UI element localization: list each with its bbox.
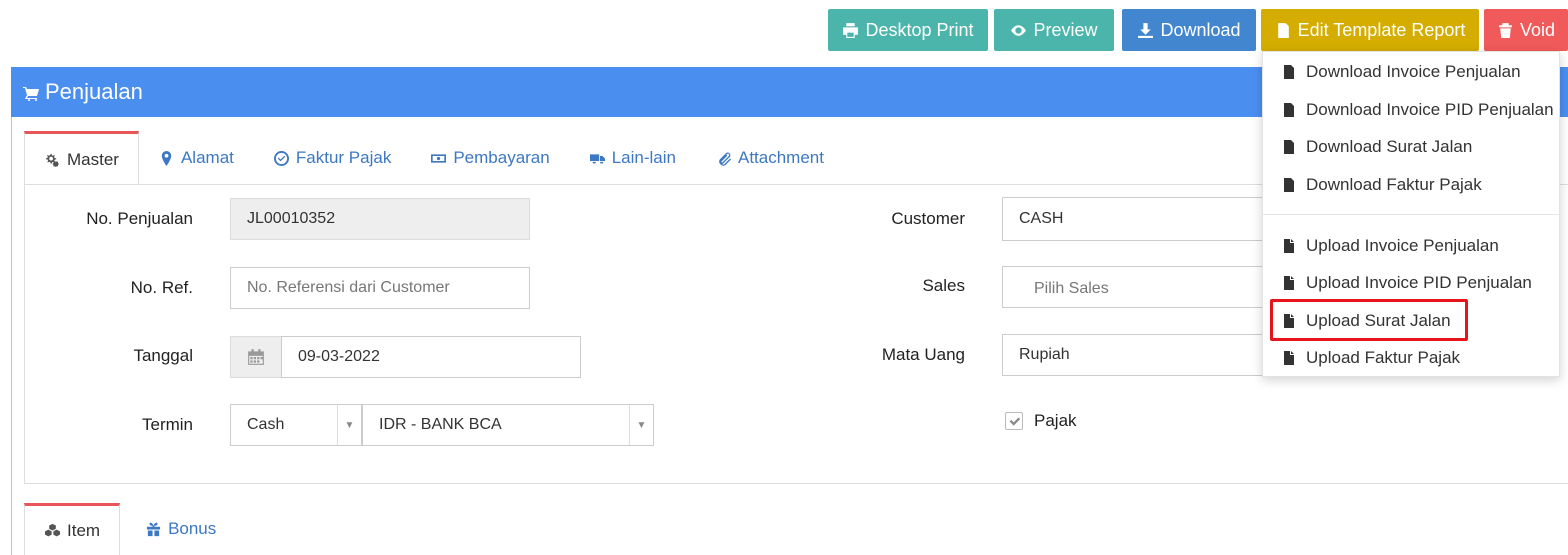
termin-select-value: Cash [247, 416, 285, 433]
file-text-icon [1284, 140, 1294, 154]
no-ref-label: No. Ref. [130, 278, 193, 297]
tanggal-label: Tanggal [133, 346, 193, 365]
tab-attachment-label: Attachment [737, 148, 824, 167]
calendar-addon[interactable] [230, 336, 282, 378]
panel-title: Penjualan [45, 79, 143, 104]
tab-master-label: Master [67, 149, 119, 169]
void-button[interactable]: Void [1484, 9, 1568, 51]
download-icon [1138, 22, 1154, 38]
download-label: Download [1160, 19, 1241, 40]
preview-label: Preview [1033, 19, 1098, 40]
tab-alamat-label: Alamat [180, 148, 234, 167]
trash-icon [1499, 22, 1512, 38]
mata-uang-label: Mata Uang [881, 345, 965, 364]
file-text-icon [1277, 22, 1289, 38]
check-icon [1009, 416, 1020, 426]
void-label: Void [1519, 19, 1556, 40]
tab-lain-lain[interactable]: Lain-lain [570, 131, 696, 185]
panel-border [11, 117, 12, 555]
edit-template-label: Edit Template Report [1297, 19, 1466, 40]
menu-divider [1263, 214, 1561, 215]
download-button[interactable]: Download [1122, 9, 1256, 51]
termin-select[interactable]: Cash ▼ [230, 404, 362, 446]
file-icon [1284, 351, 1294, 365]
cubes-icon [45, 523, 60, 537]
menu-item-label: Download Invoice PID Penjualan [1306, 100, 1554, 119]
menu-item-label: Download Surat Jalan [1306, 137, 1473, 156]
sales-label: Sales [922, 276, 965, 295]
tab-lain-lain-label: Lain-lain [611, 148, 676, 167]
truck-icon [589, 153, 605, 163]
print-icon [843, 22, 859, 38]
money-icon [431, 153, 447, 163]
tab-bonus-label: Bonus [168, 519, 217, 538]
no-penjualan-field: JL00010352 [230, 198, 530, 240]
termin-label: Termin [141, 415, 193, 434]
gears-icon [45, 153, 59, 167]
preview-button[interactable]: Preview [994, 9, 1114, 51]
menu-download-faktur-pajak[interactable]: Download Faktur Pajak [1263, 167, 1561, 203]
menu-item-label: Upload Invoice Penjualan [1306, 236, 1499, 255]
pajak-checkbox[interactable] [1005, 412, 1023, 430]
file-icon [1284, 239, 1294, 253]
menu-download-invoice-penjualan[interactable]: Download Invoice Penjualan [1263, 54, 1561, 90]
calendar-icon [248, 349, 264, 365]
paperclip-icon [719, 152, 731, 166]
desktop-print-button[interactable]: Desktop Print [828, 9, 988, 51]
tab-alamat[interactable]: Alamat [139, 131, 254, 185]
highlight-box [1270, 299, 1468, 341]
tanggal-input[interactable]: 09-03-2022 [281, 336, 581, 378]
tab-faktur-pajak[interactable]: Faktur Pajak [254, 131, 411, 185]
check-circle-icon [273, 150, 289, 166]
eye-icon [1011, 24, 1027, 36]
file-icon [1284, 276, 1294, 290]
shopping-cart-icon [23, 87, 39, 101]
bank-select-value: IDR - BANK BCA [379, 416, 502, 433]
caret-down-icon: ▼ [337, 405, 361, 445]
mata-uang-select[interactable]: Rupiah [1002, 334, 1264, 376]
bank-select[interactable]: IDR - BANK BCA ▼ [362, 404, 654, 446]
sales-select[interactable]: Pilih Sales [1002, 266, 1264, 308]
menu-upload-invoice-pid-penjualan[interactable]: Upload Invoice PID Penjualan [1263, 265, 1561, 301]
caret-down-icon: ▼ [629, 405, 653, 445]
tab-attachment[interactable]: Attachment [696, 131, 844, 185]
menu-item-label: Download Invoice Penjualan [1306, 62, 1521, 81]
gift-icon [147, 522, 161, 536]
menu-download-surat-jalan[interactable]: Download Surat Jalan [1263, 129, 1561, 165]
tab-item[interactable]: Item [24, 503, 121, 555]
file-text-icon [1284, 103, 1294, 117]
menu-item-label: Upload Faktur Pajak [1306, 348, 1461, 367]
pajak-label: Pajak [1034, 411, 1077, 430]
menu-upload-invoice-penjualan[interactable]: Upload Invoice Penjualan [1263, 228, 1561, 264]
form-tabs: Master Alamat Faktur Pajak Pembayaran La… [24, 131, 844, 185]
map-marker-icon [161, 150, 172, 166]
customer-select[interactable]: CASH [1002, 197, 1264, 241]
menu-item-label: Download Faktur Pajak [1306, 175, 1482, 194]
no-ref-input[interactable]: No. Referensi dari Customer [230, 267, 530, 309]
file-text-icon [1284, 65, 1294, 79]
menu-download-invoice-pid-penjualan[interactable]: Download Invoice PID Penjualan [1263, 92, 1561, 128]
menu-upload-faktur-pajak[interactable]: Upload Faktur Pajak [1263, 340, 1561, 376]
tab-pembayaran-label: Pembayaran [453, 148, 550, 167]
tab-master[interactable]: Master [24, 131, 139, 185]
no-penjualan-label: No. Penjualan [86, 209, 193, 228]
tab-faktur-pajak-label: Faktur Pajak [295, 148, 392, 167]
tab-bonus[interactable]: Bonus [120, 503, 236, 555]
detail-tabs: Item Bonus [24, 503, 236, 555]
tab-pembayaran[interactable]: Pembayaran [411, 131, 569, 185]
edit-template-report-button[interactable]: Edit Template Report [1261, 9, 1479, 51]
tab-item-label: Item [67, 520, 101, 540]
menu-item-label: Upload Invoice PID Penjualan [1306, 273, 1532, 292]
desktop-print-label: Desktop Print [865, 19, 974, 40]
customer-label: Customer [891, 209, 965, 228]
file-text-icon [1284, 178, 1294, 192]
